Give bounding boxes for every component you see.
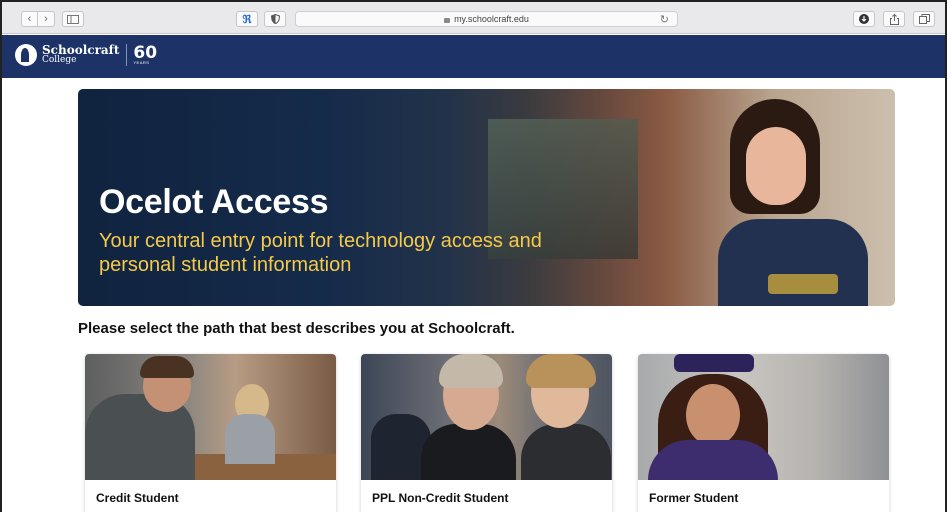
browser-toolbar: ‹ › ℜ my.schoolcraft.edu ↻ — [2, 2, 945, 34]
ppl-non-credit-student-card[interactable]: PPL Non-Credit Student — [361, 354, 612, 512]
hero-subtitle: Your central entry point for technology … — [99, 230, 542, 276]
reload-icon[interactable]: ↻ — [660, 13, 669, 26]
ppl-student-photo — [361, 354, 612, 480]
url-text: my.schoolcraft.edu — [454, 14, 529, 24]
former-student-photo — [638, 354, 889, 480]
download-icon[interactable] — [853, 11, 875, 27]
credit-student-label: Credit Student — [96, 491, 179, 505]
sidebar-icon[interactable] — [62, 11, 84, 27]
logo-name: Schoolcraft — [42, 43, 120, 57]
anniversary-number: 60 — [133, 43, 158, 63]
chevron-left-icon[interactable]: ‹ — [21, 11, 38, 27]
logo-divider — [126, 44, 128, 66]
hero-student-photo — [678, 99, 878, 306]
ppl-student-label: PPL Non-Credit Student — [372, 491, 509, 505]
browser-window: ‹ › ℜ my.schoolcraft.edu ↻ Schoolcraft C… — [0, 0, 947, 512]
former-student-card[interactable]: Former Student — [638, 354, 889, 512]
former-student-label: Former Student — [649, 491, 739, 505]
college-emblem-icon — [15, 44, 37, 66]
credit-student-card[interactable]: Credit Student — [85, 354, 336, 512]
hero-title: Ocelot Access — [99, 183, 329, 221]
site-header: Schoolcraft College 60 YEARS — [2, 35, 945, 78]
accessibility-icon[interactable]: ℜ — [236, 11, 258, 27]
chevron-right-icon[interactable]: › — [38, 11, 55, 27]
shield-icon[interactable] — [264, 11, 286, 27]
address-bar[interactable]: my.schoolcraft.edu ↻ — [295, 11, 678, 27]
lock-icon — [444, 17, 451, 23]
credit-student-photo — [85, 354, 336, 480]
schoolcraft-logo[interactable]: Schoolcraft College 60 YEARS — [15, 44, 157, 66]
tabs-icon[interactable] — [913, 11, 935, 27]
history-nav: ‹ › — [21, 11, 55, 27]
path-prompt: Please select the path that best describ… — [78, 320, 515, 337]
hero-banner: Ocelot Access Your central entry point f… — [78, 89, 895, 306]
share-icon[interactable] — [883, 11, 905, 27]
